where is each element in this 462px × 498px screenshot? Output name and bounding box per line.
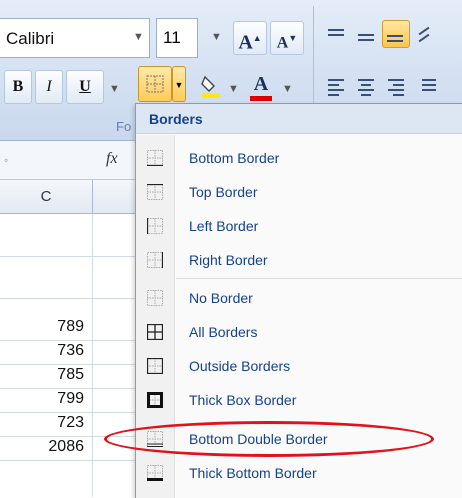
menu-item-label: Thick Box Border xyxy=(189,392,297,408)
column-header-label: C xyxy=(40,188,52,205)
menu-item-label: Top Border xyxy=(189,184,258,200)
no-border-icon xyxy=(147,290,163,306)
menu-item-right-border[interactable]: Right Border xyxy=(136,243,462,277)
shrink-font-label: A xyxy=(276,34,289,52)
left-border-icon xyxy=(147,218,163,234)
column-header-c[interactable]: C xyxy=(0,180,93,213)
shrink-font-button[interactable]: A▼ xyxy=(270,21,304,55)
align-left-icon[interactable] xyxy=(324,74,350,100)
grid-line xyxy=(0,298,135,299)
right-border-icon xyxy=(147,252,163,268)
cell-value: 789 xyxy=(57,318,84,335)
menu-separator xyxy=(176,278,462,279)
menu-item-label: Outside Borders xyxy=(189,358,291,374)
fx-icon[interactable]: fx xyxy=(106,150,118,168)
grid-line xyxy=(0,460,135,461)
font-color-swatch xyxy=(250,96,272,101)
all-borders-icon xyxy=(147,324,163,340)
highlight-ellipse xyxy=(104,421,434,457)
borders-button[interactable] xyxy=(138,66,172,102)
font-size-box[interactable]: 11 xyxy=(156,18,198,58)
outside-borders-icon xyxy=(147,358,163,374)
cell-value: 723 xyxy=(57,414,84,431)
cell-value: 799 xyxy=(57,390,84,407)
font-color-button[interactable]: A xyxy=(246,68,276,102)
menu-item-label: Bottom Border xyxy=(189,150,280,166)
middle-align-icon[interactable] xyxy=(354,24,380,50)
bottom-border-icon xyxy=(147,150,163,166)
indent-icon[interactable] xyxy=(414,74,440,100)
borders-icon xyxy=(146,75,164,93)
grow-font-label: A xyxy=(238,31,253,54)
bottom-align-icon[interactable] xyxy=(382,20,410,48)
menu-item-label: Right Border xyxy=(189,252,268,268)
bold-label: B xyxy=(12,78,24,95)
menu-item-outside-borders[interactable]: Outside Borders xyxy=(136,349,462,383)
font-color-label: A xyxy=(253,73,269,95)
underline-label: U xyxy=(79,78,91,95)
thick-box-border-icon xyxy=(147,392,163,408)
grow-font-button[interactable]: A▲ xyxy=(233,21,267,55)
menu-item-thick-bottom-border[interactable]: Thick Bottom Border xyxy=(136,456,462,490)
menu-item-all-borders[interactable]: All Borders xyxy=(136,315,462,349)
sheet-grid: 789 736 785 799 723 2086 xyxy=(0,214,135,497)
borders-menu-title: Borders xyxy=(136,104,462,134)
menu-item-thick-box-border[interactable]: Thick Box Border xyxy=(136,383,462,417)
underline-dropdown-icon[interactable]: ▼ xyxy=(109,83,120,95)
align-right-icon[interactable] xyxy=(384,74,410,100)
menu-item-label: No Border xyxy=(189,290,253,306)
fill-bucket-icon xyxy=(201,75,220,98)
font-name-dropdown-icon[interactable]: ▼ xyxy=(133,31,144,43)
grid-line xyxy=(0,364,135,365)
font-size-dropdown-icon[interactable]: ▼ xyxy=(211,31,222,43)
cell-value: 785 xyxy=(57,366,84,383)
menu-item-top-border[interactable]: Top Border xyxy=(136,175,462,209)
menu-item-label: All Borders xyxy=(189,324,258,340)
top-align-icon[interactable] xyxy=(324,24,350,50)
align-center-icon[interactable] xyxy=(354,74,380,100)
grid-line xyxy=(0,388,135,389)
menu-item-label: Thick Bottom Border xyxy=(189,465,317,481)
grid-line xyxy=(0,256,135,257)
namebox-dots-icon: ◦ xyxy=(4,153,9,167)
formula-bar: ◦ fx xyxy=(0,141,135,180)
font-name-box[interactable]: Calibri xyxy=(0,18,150,58)
fill-color-button[interactable] xyxy=(194,70,228,104)
italic-label: I xyxy=(46,78,52,95)
cell-value: 736 xyxy=(57,342,84,359)
font-name-value: Calibri xyxy=(6,29,55,48)
orientation-icon[interactable] xyxy=(414,24,440,50)
menu-item-no-border[interactable]: No Border xyxy=(136,281,462,315)
menu-item-bottom-border[interactable]: Bottom Border xyxy=(136,141,462,175)
menu-item-left-border[interactable]: Left Border xyxy=(136,209,462,243)
cell-value: 2086 xyxy=(48,438,84,455)
font-color-dropdown-icon[interactable]: ▼ xyxy=(282,83,293,95)
italic-button[interactable]: I xyxy=(35,70,63,104)
borders-dropdown-arrow[interactable]: ▼ xyxy=(172,66,186,102)
font-group-label: Fo xyxy=(116,119,132,134)
bold-button[interactable]: B xyxy=(4,70,32,104)
thick-bottom-border-icon xyxy=(147,465,163,481)
column-header-bar: C xyxy=(0,180,135,214)
menu-item-label: Left Border xyxy=(189,218,259,234)
grid-line xyxy=(0,340,135,341)
font-size-value: 11 xyxy=(163,28,181,47)
fill-color-dropdown-icon[interactable]: ▼ xyxy=(228,83,239,95)
underline-button[interactable]: U xyxy=(66,70,104,104)
top-border-icon xyxy=(147,184,163,200)
grid-line xyxy=(0,412,135,413)
